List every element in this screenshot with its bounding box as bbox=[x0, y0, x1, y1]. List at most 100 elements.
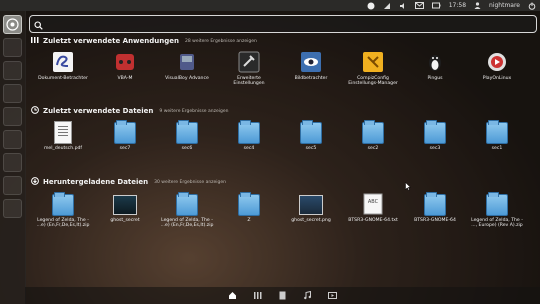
item-label: BTSR3-GNOME-64 bbox=[414, 218, 456, 223]
item-label: Z bbox=[247, 218, 251, 223]
search-input[interactable] bbox=[47, 18, 536, 30]
applications-lens-icon[interactable] bbox=[253, 291, 263, 301]
result-item[interactable]: Legend of Zelda, The - ..., Europe) (Rev… bbox=[467, 192, 527, 229]
result-item[interactable]: sec3 bbox=[405, 120, 465, 151]
battery-icon[interactable] bbox=[431, 2, 441, 9]
launcher-app-icon[interactable] bbox=[3, 153, 22, 172]
image-thumbnail-icon bbox=[113, 193, 137, 215]
result-item[interactable]: Legend of Zelda, The - ...e) (En,Fr,De,E… bbox=[157, 192, 217, 229]
result-item[interactable]: sec1 bbox=[467, 120, 527, 151]
section-header-recent-apps: Zuletzt verwendete Anwendungen 28 weiter… bbox=[31, 35, 257, 47]
more-results-link[interactable]: 30 weitere Ergebnisse anzeigen bbox=[154, 180, 226, 185]
launcher-app-icon[interactable] bbox=[3, 130, 22, 149]
launcher bbox=[0, 11, 26, 304]
launcher-app-icon[interactable] bbox=[3, 199, 22, 218]
clock[interactable]: 17:58 bbox=[449, 2, 466, 9]
result-item[interactable]: sec2 bbox=[343, 120, 403, 151]
folder-icon bbox=[237, 120, 261, 144]
folder-icon bbox=[423, 120, 447, 144]
mail-icon[interactable] bbox=[414, 2, 424, 9]
network-icon[interactable] bbox=[383, 2, 391, 10]
launcher-app-icon[interactable] bbox=[3, 176, 22, 195]
result-item[interactable]: VBA-M bbox=[95, 51, 155, 81]
power-icon[interactable] bbox=[528, 2, 536, 10]
music-lens-icon[interactable] bbox=[303, 291, 313, 301]
zip-file-icon bbox=[175, 192, 199, 216]
item-label: mel_deutsch.pdf bbox=[43, 146, 83, 151]
vbam-icon bbox=[113, 51, 137, 73]
item-label: Bildbetrachter bbox=[294, 76, 328, 81]
result-item[interactable]: ghost_secret.png bbox=[281, 193, 341, 223]
lens-bar bbox=[25, 287, 540, 304]
result-item[interactable]: Z bbox=[219, 192, 279, 223]
result-item[interactable]: sec6 bbox=[157, 120, 217, 151]
item-label: sec3 bbox=[429, 146, 441, 151]
user-name[interactable]: nightmare bbox=[489, 2, 520, 9]
document-viewer-icon bbox=[51, 51, 75, 73]
files-lens-icon[interactable] bbox=[278, 291, 288, 301]
dash-home-icon[interactable] bbox=[3, 15, 22, 34]
mouse-cursor-icon bbox=[405, 176, 412, 195]
compizconfig-icon bbox=[361, 51, 385, 73]
launcher-app-icon[interactable] bbox=[3, 38, 22, 57]
more-results-link[interactable]: 9 weitere Ergebnisse anzeigen bbox=[159, 109, 228, 114]
launcher-app-icon[interactable] bbox=[3, 84, 22, 103]
home-lens-icon[interactable] bbox=[228, 291, 238, 301]
download-icon bbox=[31, 177, 39, 187]
folder-icon bbox=[423, 192, 447, 216]
section-header-downloads: Heruntergeladene Dateien 30 weitere Erge… bbox=[31, 176, 226, 188]
clock-icon bbox=[31, 106, 39, 116]
section-title: Zuletzt verwendete Dateien bbox=[43, 107, 154, 115]
visualboy-icon bbox=[175, 51, 199, 73]
item-label: ghost_secret.png bbox=[291, 218, 331, 223]
result-item[interactable]: PlayOnLinux bbox=[467, 51, 527, 81]
item-label: sec1 bbox=[491, 146, 503, 151]
item-label: sec7 bbox=[119, 146, 131, 151]
image-thumbnail-icon bbox=[299, 193, 323, 215]
result-item[interactable]: ghost_secret bbox=[95, 193, 155, 223]
section-title: Heruntergeladene Dateien bbox=[43, 178, 149, 186]
item-label: Legend of Zelda, The - ..., Europe) (Rev… bbox=[471, 218, 523, 229]
search-icon bbox=[34, 15, 43, 34]
recent-apps-row: Dokument-Betrachter VBA-M VisualBoy Adva… bbox=[25, 51, 540, 91]
item-label: Dokument-Betrachter bbox=[38, 76, 88, 81]
advanced-settings-icon bbox=[237, 51, 261, 73]
result-item[interactable]: Bildbetrachter bbox=[281, 51, 341, 81]
result-item[interactable]: BTSR3-GNOME-64 bbox=[405, 192, 465, 223]
item-label: Erweiterte Einstellungen bbox=[233, 76, 265, 87]
item-label: BTSR3-GNOME-64.txt bbox=[348, 218, 398, 223]
result-item[interactable]: sec4 bbox=[219, 120, 279, 151]
result-item[interactable]: sec5 bbox=[281, 120, 341, 151]
result-item[interactable]: Erweiterte Einstellungen bbox=[219, 51, 279, 86]
folder-icon bbox=[299, 120, 323, 144]
result-item[interactable]: mel_deutsch.pdf bbox=[33, 121, 93, 151]
recent-files-row: mel_deutsch.pdf sec7 sec6 sec4 sec5 sec2… bbox=[25, 120, 540, 161]
item-label: sec5 bbox=[305, 146, 317, 151]
item-label: Legend of Zelda, The - ...e) (En,Fr,De,E… bbox=[160, 218, 214, 229]
ubuntu-one-icon[interactable] bbox=[367, 2, 375, 10]
zip-file-icon bbox=[51, 192, 75, 216]
video-lens-icon[interactable] bbox=[328, 291, 338, 301]
zip-file-icon bbox=[485, 192, 509, 216]
folder-icon bbox=[237, 192, 261, 216]
item-label: CompizConfig Einstellungs-Manager bbox=[348, 76, 398, 87]
launcher-app-icon[interactable] bbox=[3, 61, 22, 80]
result-item[interactable]: CompizConfig Einstellungs-Manager bbox=[343, 51, 403, 86]
search-bar[interactable] bbox=[29, 15, 537, 33]
user-icon[interactable] bbox=[474, 2, 481, 9]
launcher-app-icon[interactable] bbox=[3, 107, 22, 126]
applications-lens-icon bbox=[31, 36, 39, 46]
result-item[interactable]: Dokument-Betrachter bbox=[33, 51, 93, 81]
downloads-row: Legend of Zelda, The - ...e) (En,Fr,De,E… bbox=[25, 192, 540, 233]
image-viewer-icon bbox=[299, 51, 323, 73]
result-item[interactable]: VisualBoy Advance bbox=[157, 51, 217, 81]
result-item[interactable]: ABC BTSR3-GNOME-64.txt bbox=[343, 193, 403, 223]
more-results-link[interactable]: 28 weitere Ergebnisse anzeigen bbox=[185, 39, 257, 44]
result-item[interactable]: sec7 bbox=[95, 120, 155, 151]
item-label: Legend of Zelda, The - ...e) (En,Fr,De,E… bbox=[36, 218, 90, 229]
section-title: Zuletzt verwendete Anwendungen bbox=[43, 37, 179, 45]
result-item[interactable]: Legend of Zelda, The - ...e) (En,Fr,De,E… bbox=[33, 192, 93, 229]
result-item[interactable]: Pingus bbox=[405, 51, 465, 81]
dash-overlay: Zuletzt verwendete Anwendungen 28 weiter… bbox=[25, 11, 540, 304]
sound-icon[interactable] bbox=[399, 2, 407, 10]
